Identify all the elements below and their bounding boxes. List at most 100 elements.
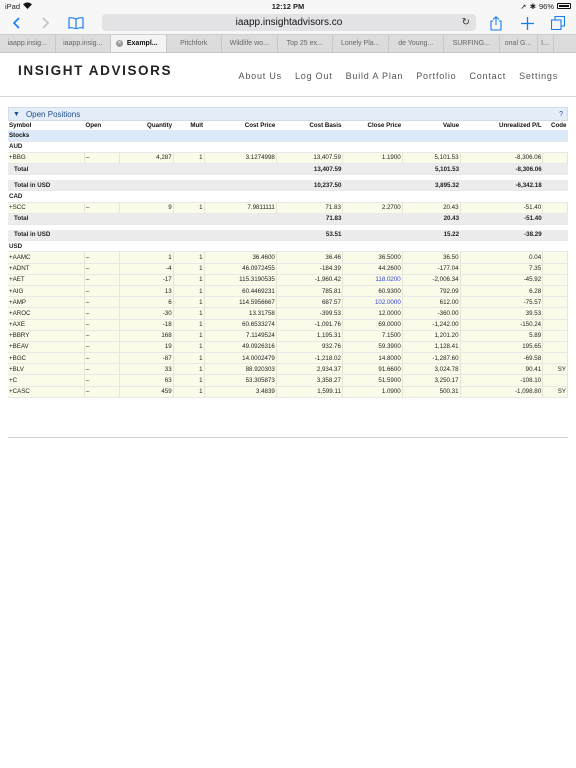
table-row[interactable]: +AET – -17 1 115.3190535 -1,960.42 118.0200 -2,… (8, 274, 568, 286)
browser-tab[interactable]: Lonely Pla... (333, 35, 389, 52)
help-icon[interactable]: ? (559, 111, 563, 118)
tabs-overview-icon[interactable] (550, 15, 566, 31)
share-icon[interactable] (488, 15, 504, 31)
cell-close-price: 1.0900 (342, 386, 403, 398)
cell-code (542, 202, 568, 214)
url-text: iaapp.insightadvisors.co (235, 17, 343, 28)
cell-unrealized-p-l: 7.35 (460, 263, 544, 275)
table-row[interactable]: +AMP –6 1 114.5956667 687.57 102.0000 612.00 -7… (8, 296, 568, 309)
table-row[interactable]: +AIG –13 1 60.4469231 785.81 60.9300 792.09 6.2… (8, 285, 568, 298)
cell-open: – (84, 296, 120, 309)
cell-cost-price: 13.31758 (204, 307, 277, 320)
total-cell (119, 179, 174, 192)
browser-tab[interactable]: iaapp.insig... (0, 35, 56, 52)
total-cell: -51.40 (460, 213, 543, 226)
open-positions-header[interactable]: ▼ Open Positions ? (8, 107, 568, 121)
browser-tab[interactable]: de Young... (389, 35, 444, 52)
cell-open: – (84, 319, 120, 331)
nav-about-us[interactable]: About Us (239, 71, 282, 81)
cell-close-price: 118.0200 (342, 274, 403, 286)
currency-row: USD (8, 240, 568, 253)
table-row[interactable]: +BBRY –168 1 7.1149524 1,195.31 7.1500 1,201.2… (8, 330, 568, 342)
cell-cost-basis: 36.46 (276, 251, 343, 264)
table-row[interactable]: +SCC –9 1 7.9811111 71.83 2.2700 20.43 -51.40 (8, 202, 568, 214)
cell-close-price: 36.5000 (342, 251, 403, 264)
cell-close-price: 14.8000 (342, 352, 403, 365)
cell-open: – (84, 386, 120, 398)
address-bar[interactable]: iaapp.insightadvisors.co ↻ (102, 14, 476, 31)
cell-open: – (84, 330, 120, 342)
total-cell (119, 213, 174, 226)
nav-contact[interactable]: Contact (469, 71, 506, 81)
table-row[interactable]: +BLV –33 1 88.920303 2,934.37 91.6600 3,024.78… (8, 363, 568, 376)
browser-tab-strip: iaapp.insig... iaapp.insig... ✕ Exampl...… (0, 34, 576, 53)
cell-cost-basis: -1,091.76 (276, 319, 343, 331)
col-close-price: Close Price (367, 122, 402, 129)
cell-value: 1,128.41 (402, 341, 461, 354)
total-cell (542, 229, 568, 242)
table-row[interactable]: +AXE – -18 1 60.6533274 -1,091.76 69.0000 -1,24… (8, 319, 568, 331)
browser-tab[interactable]: SURFING... (444, 35, 500, 52)
cell-value: 5,101.53 (402, 152, 461, 165)
browser-tab[interactable]: Top 25 ex... (278, 35, 333, 52)
col-open: Open (85, 122, 102, 129)
table-row[interactable]: +AAMC –1 1 36.4600 36.46 36.5000 36.50 0.04 (8, 251, 568, 264)
cell-cost-price: 115.3190535 (204, 274, 277, 286)
table-row[interactable]: +BBG –4,287 1 3.1274998 13,407.59 1.1900 5,101… (8, 152, 568, 165)
cell-quantity: 1 (119, 251, 174, 264)
nav-build-a-plan[interactable]: Build A Plan (346, 71, 404, 81)
browser-tab[interactable]: iaapp.insig... (56, 35, 111, 52)
browser-tab[interactable]: Wildlife wo... (222, 35, 278, 52)
total-cell (173, 229, 205, 242)
total-cell (342, 179, 403, 192)
table-row[interactable]: +CASC –459 1 3.4839 1,599.11 1.0900 500.31 -1,0… (8, 386, 568, 398)
bookmarks-icon[interactable] (68, 15, 84, 31)
total-cell (342, 229, 403, 242)
cell-cost-price: 60.4469231 (204, 285, 277, 298)
total-label: Total in USD (8, 229, 85, 242)
browser-tab[interactable]: onal G... (500, 35, 538, 52)
site-logo[interactable]: INSIGHT ADVISORS (18, 63, 172, 78)
cell-cost-price: 3.1274998 (204, 152, 277, 165)
back-icon[interactable] (8, 15, 24, 31)
table-row[interactable]: +BEAV –19 1 49.0926316 932.76 59.3900 1,128.41… (8, 341, 568, 354)
cell-symbol: +AIG (8, 285, 85, 298)
cell-code (542, 319, 568, 331)
cell-value: -1,287.60 (402, 352, 461, 365)
cell-cost-price: 114.5956667 (204, 296, 277, 309)
table-row[interactable]: +BGC – -87 1 14.0002479 -1,218.02 14.8000 -1,28… (8, 352, 568, 365)
total-cell (204, 179, 277, 192)
cell-symbol: +SCC (8, 202, 85, 214)
nav-log-out[interactable]: Log Out (295, 71, 333, 81)
cell-cost-price: 46.0972455 (204, 263, 277, 275)
cell-unrealized-p-l: -69.58 (460, 352, 544, 365)
table-row[interactable]: +AROC – -30 1 13.31758 -399.53 12.0000 -360.00 3… (8, 307, 568, 320)
cell-open: – (84, 263, 120, 275)
nav-settings[interactable]: Settings (519, 71, 558, 81)
total-label: Total (8, 163, 85, 176)
nav-portfolio[interactable]: Portfolio (416, 71, 456, 81)
new-tab-icon[interactable] (519, 15, 535, 31)
browser-tab[interactable]: Pitchfork (167, 35, 222, 52)
cell-unrealized-p-l: -150.24 (460, 319, 544, 331)
close-tab-icon[interactable]: ✕ (116, 40, 123, 47)
browser-tab[interactable]: I... (538, 35, 554, 52)
total-in-usd-row: Total in USD 10,237.50 3,895.32 -6,342.18 (8, 179, 568, 192)
currency-label: CAD (8, 190, 568, 203)
cell-cost-price: 53.305873 (204, 374, 277, 387)
table-row[interactable]: +ADNT – -4 1 46.0972455 -184.39 44.2600 -177.04… (8, 263, 568, 275)
cell-unrealized-p-l: 6.28 (460, 285, 544, 298)
cell-code (542, 285, 568, 298)
cell-cost-basis: 3,358.27 (276, 374, 343, 387)
cell-mult: 1 (173, 251, 205, 264)
forward-icon[interactable] (38, 15, 54, 31)
cell-cost-price: 7.1149524 (204, 330, 277, 342)
total-cell (173, 213, 205, 226)
table-row[interactable]: +C –63 1 53.305873 3,358.27 51.5900 3,250.17 -1… (8, 374, 568, 387)
reload-icon[interactable]: ↻ (462, 17, 470, 28)
cell-value: -360.00 (402, 307, 461, 320)
browser-tab-active[interactable]: ✕ Exampl... (111, 35, 167, 52)
cell-value: 20.43 (402, 202, 461, 214)
chevron-down-icon[interactable]: ▼ (13, 111, 20, 118)
total-label: Total (8, 213, 85, 226)
